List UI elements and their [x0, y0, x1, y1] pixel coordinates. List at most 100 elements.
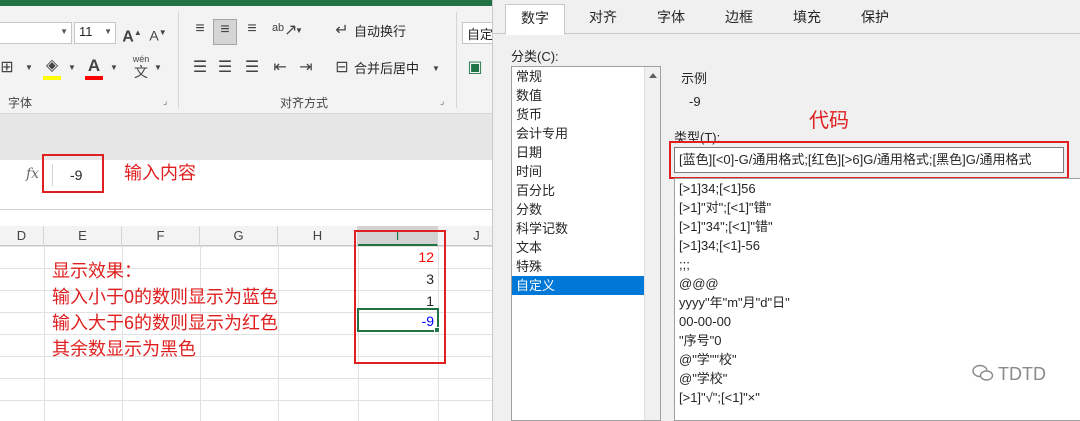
format-code-item[interactable]: [>1]"对";[<1]"错"	[675, 198, 1080, 217]
borders-icon[interactable]: ⊞	[0, 58, 18, 78]
format-code-item[interactable]: @@@	[675, 274, 1080, 293]
sample-label: 示例	[681, 71, 708, 86]
format-cells-dialog: 数字 对齐 字体 边框 填充 保护 分类(C): 常规 数值 货币 会计专用 日…	[492, 0, 1080, 421]
align-center-icon[interactable]: ☰	[213, 58, 237, 78]
tab-protection[interactable]: 保护	[845, 4, 905, 32]
category-item[interactable]: 百分比	[512, 181, 660, 200]
formula-highlight-box	[42, 154, 104, 193]
category-item[interactable]: 时间	[512, 162, 660, 181]
tab-alignment[interactable]: 对齐	[573, 4, 633, 32]
number-format-dropdown[interactable]: 自定	[462, 22, 492, 44]
result-highlight-box	[354, 230, 446, 364]
category-item[interactable]: 常规	[512, 67, 660, 86]
phonetic-char: 文	[134, 64, 148, 80]
column-header-d[interactable]: D	[0, 226, 44, 246]
alignment-group-label: 对齐方式	[280, 96, 329, 110]
shrink-font-button[interactable]: A▼	[148, 23, 168, 46]
category-item[interactable]: 文本	[512, 238, 660, 257]
group-divider	[178, 12, 179, 108]
font-size-value: 11	[79, 24, 93, 39]
chevron-down-icon[interactable]: ▼	[22, 58, 36, 78]
font-color-button[interactable]: A	[82, 56, 106, 80]
align-middle-icon[interactable]: ≡	[213, 19, 237, 45]
align-bottom-icon[interactable]: ≡	[240, 19, 264, 43]
chevron-down-icon[interactable]: ▼	[293, 21, 305, 41]
effect-line-red: 输入大于6的数则显示为红色	[52, 313, 279, 333]
align-left-icon[interactable]: ☰	[188, 58, 212, 78]
dialog-launcher-icon[interactable]: ⌟	[163, 96, 167, 107]
chevron-down-icon: ▼	[60, 27, 68, 36]
font-color-swatch	[85, 76, 103, 80]
excel-window: ▼ 11 ▼ A▲ A▼ ⊞ ▼ ◈ ▼ A ▼ wén 文 ▼ 字体 ⌟ ≡ …	[0, 0, 492, 421]
align-right-icon[interactable]: ☰	[240, 58, 264, 78]
phonetic-text: wén	[132, 54, 150, 64]
code-annotation: 代码	[809, 110, 849, 132]
paint-bucket-icon: ◈	[45, 57, 59, 74]
format-code-item[interactable]: "序号"0	[675, 331, 1080, 350]
dialog-tabs: 数字 对齐 字体 边框 填充 保护	[493, 0, 1080, 35]
effect-line-black: 其余数显示为黑色	[52, 339, 196, 359]
merge-center-icon[interactable]: ⊟	[332, 58, 352, 78]
category-item-custom[interactable]: 自定义	[512, 276, 660, 295]
category-item[interactable]: 科学记数	[512, 219, 660, 238]
increase-indent-icon[interactable]: ⇥	[294, 58, 318, 78]
group-divider	[456, 12, 457, 108]
font-size-dropdown[interactable]: 11 ▼	[74, 22, 116, 44]
column-header-e[interactable]: E	[44, 226, 122, 246]
column-header-f[interactable]: F	[122, 226, 200, 246]
chevron-down-icon[interactable]: ▼	[66, 58, 78, 78]
sample-value: -9	[689, 94, 701, 109]
fill-color-swatch	[43, 76, 61, 80]
font-group-label: 字体	[8, 96, 33, 110]
wrap-text-icon[interactable]: ↵	[332, 21, 352, 41]
font-name-dropdown[interactable]: ▼	[0, 22, 72, 44]
merge-center-button[interactable]: 合并后居中	[354, 59, 419, 79]
tab-fill[interactable]: 填充	[777, 4, 837, 32]
format-code-item[interactable]: 00-00-00	[675, 312, 1080, 331]
format-code-item[interactable]: [>1]"34";[<1]"错"	[675, 217, 1080, 236]
input-content-annotation: 输入内容	[124, 163, 196, 183]
wrap-text-button[interactable]: 自动换行	[354, 22, 406, 42]
column-header-j[interactable]: J	[438, 226, 492, 246]
fill-color-button[interactable]: ◈	[40, 56, 64, 80]
wechat-icon	[972, 364, 994, 381]
category-scrollbar[interactable]	[644, 67, 660, 420]
effect-title: 显示效果：	[52, 261, 142, 281]
chevron-down-icon: ▼	[104, 27, 112, 36]
decrease-indent-icon[interactable]: ⇤	[268, 58, 292, 78]
accounting-format-icon[interactable]: ▣	[464, 58, 486, 78]
category-item[interactable]: 会计专用	[512, 124, 660, 143]
orientation-icon[interactable]: ᵃᵇ↗	[272, 21, 297, 41]
category-list[interactable]: 常规 数值 货币 会计专用 日期 时间 百分比 分数 科学记数 文本 特殊 自定…	[511, 66, 661, 421]
category-item[interactable]: 日期	[512, 143, 660, 162]
format-code-item[interactable]: [>1]34;[<1]-56	[675, 236, 1080, 255]
column-header-g[interactable]: G	[200, 226, 278, 246]
tab-number[interactable]: 数字	[505, 4, 565, 35]
format-code-item[interactable]: [>1]"√";[<1]"×"	[675, 388, 1080, 407]
format-code-item[interactable]: yyyy"年"m"月"d"日"	[675, 293, 1080, 312]
scroll-up-icon[interactable]	[649, 73, 657, 78]
phonetic-guide-button[interactable]: wén 文	[130, 54, 152, 84]
grow-font-button[interactable]: A▲	[122, 23, 142, 47]
chevron-down-icon[interactable]: ▼	[430, 59, 442, 79]
ribbon: ▼ 11 ▼ A▲ A▼ ⊞ ▼ ◈ ▼ A ▼ wén 文 ▼ 字体 ⌟ ≡ …	[0, 6, 492, 114]
tab-border[interactable]: 边框	[709, 4, 769, 32]
chevron-down-icon[interactable]: ▼	[152, 58, 164, 78]
effect-line-blue: 输入小于0的数则显示为蓝色	[52, 287, 279, 307]
category-item[interactable]: 货币	[512, 105, 660, 124]
tab-font[interactable]: 字体	[641, 4, 701, 32]
category-item[interactable]: 特殊	[512, 257, 660, 276]
category-item[interactable]: 数值	[512, 86, 660, 105]
watermark: TDTD	[972, 364, 1046, 385]
category-item[interactable]: 分数	[512, 200, 660, 219]
align-top-icon[interactable]: ≡	[188, 19, 212, 43]
category-label: 分类(C):	[511, 49, 559, 64]
format-code-item[interactable]: [>1]34;[<1]56	[675, 179, 1080, 198]
number-format-value: 自定	[467, 27, 492, 42]
fx-icon[interactable]: fx	[26, 166, 39, 182]
column-header-h[interactable]: H	[278, 226, 358, 246]
format-code-item[interactable]: ;;;	[675, 255, 1080, 274]
watermark-text: TDTD	[998, 364, 1046, 384]
dialog-launcher-icon[interactable]: ⌟	[440, 96, 444, 107]
chevron-down-icon[interactable]: ▼	[108, 58, 120, 78]
